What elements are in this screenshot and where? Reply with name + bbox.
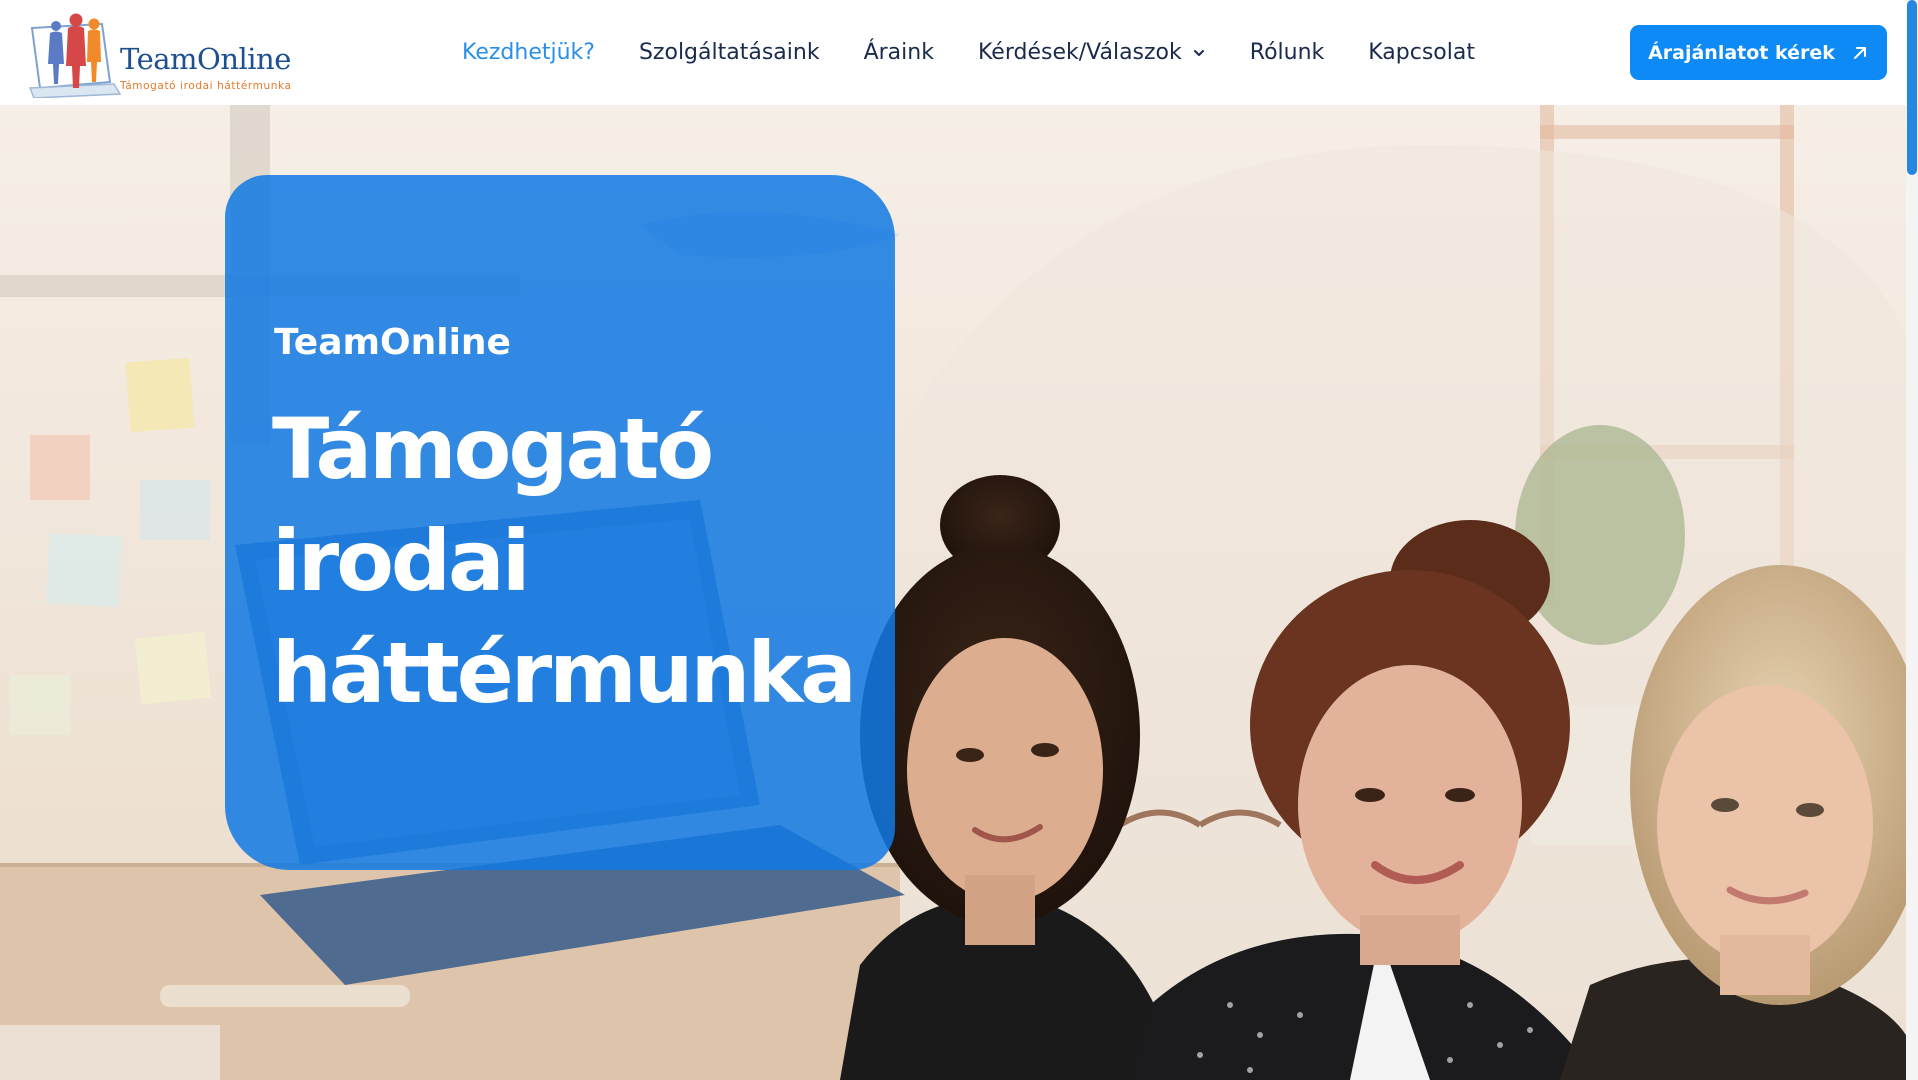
nav-item-label: Áraink	[863, 40, 934, 65]
hero-title-line: Támogató	[272, 400, 714, 498]
nav-item-kerdesek-valaszok[interactable]: Kérdések/Válaszok	[978, 40, 1206, 65]
scrollbar-thumb[interactable]	[1907, 0, 1917, 175]
nav-item-label: Kapcsolat	[1368, 40, 1475, 65]
nav-item-araink[interactable]: Áraink	[864, 40, 934, 65]
nav-item-label: Szolgáltatásaink	[638, 40, 820, 65]
site-header: TeamOnline Támogató irodai háttérmunka K…	[0, 0, 1918, 105]
arrow-up-right-icon	[1853, 46, 1866, 59]
request-quote-button[interactable]: Árajánlatot kérek	[1630, 25, 1887, 80]
request-quote-label: Árajánlatot kérek	[1648, 41, 1835, 64]
nav-item-szolgaltatasaink[interactable]: Szolgáltatásaink	[639, 40, 820, 65]
logo-graphic	[28, 13, 122, 98]
nav-item-label: Rólunk	[1249, 40, 1325, 65]
logo-tagline: Támogató irodai háttérmunka	[120, 80, 292, 92]
chevron-down-icon	[1193, 49, 1204, 56]
nav-item-rolunk[interactable]: Rólunk	[1250, 40, 1325, 65]
nav-item-kapcsolat[interactable]: Kapcsolat	[1368, 40, 1475, 65]
hero-title-line: irodai	[272, 512, 531, 610]
hero-kicker: TeamOnline	[274, 322, 511, 363]
hero-title: Támogató irodai háttérmunka	[272, 393, 892, 729]
hero-title-line: háttérmunka	[272, 624, 857, 722]
site-logo[interactable]: TeamOnline Támogató irodai háttérmunka	[28, 6, 298, 98]
main-nav: Kezdhetjük? Szolgáltatásaink Áraink Kérd…	[462, 0, 1519, 105]
logo-name: TeamOnline	[120, 42, 291, 76]
nav-item-label: Kérdések/Válaszok	[977, 40, 1182, 65]
nav-item-label: Kezdhetjük?	[462, 40, 595, 65]
nav-item-kezdhetjuk[interactable]: Kezdhetjük?	[462, 40, 595, 65]
